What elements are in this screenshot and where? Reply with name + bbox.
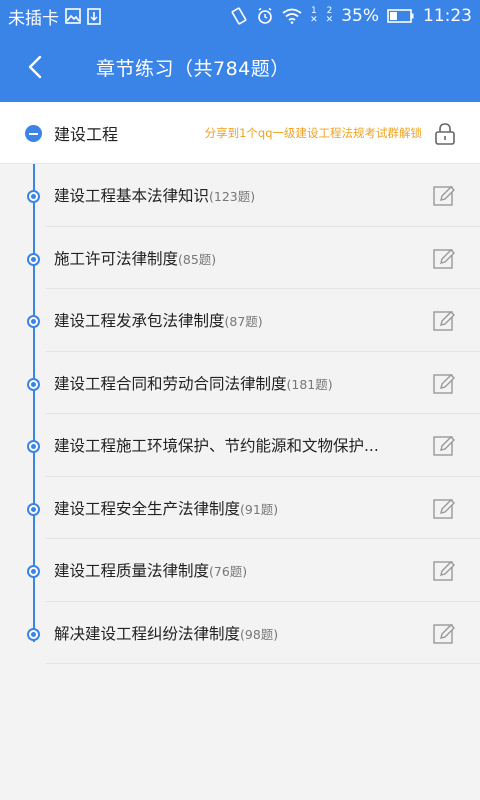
section-name: 建设工程施工环境保护、节约能源和文物保护... (54, 437, 379, 456)
section-count: (98题) (240, 626, 279, 642)
timeline-dot (27, 315, 40, 328)
section-name: 建设工程发承包法律制度 (54, 312, 225, 331)
section-label: 建设工程质量法律制度(76题) (54, 559, 416, 581)
app-bar: 章节练习（共784题） (0, 32, 480, 102)
section-count: (91题) (240, 501, 279, 517)
timeline-dot (27, 627, 40, 641)
section-name: 施工许可法律制度 (54, 249, 179, 268)
section-label: 解决建设工程纠纷法律制度(98题) (54, 622, 416, 644)
section-label: 建设工程安全生产法律制度(91题) (54, 497, 416, 519)
download-icon (87, 7, 101, 25)
sim2-no-signal-icon: 2 ✕ (325, 6, 334, 25)
list-item[interactable]: 建设工程质量法律制度(76题) (0, 539, 480, 602)
page-title: 章节练习（共784题） (96, 57, 290, 80)
section-label: 建设工程基本法律知识(123题) (54, 184, 416, 206)
list-item[interactable]: 建设工程安全生产法律制度(91题) (0, 477, 480, 539)
section-label: 建设工程发承包法律制度(87题) (54, 309, 416, 331)
list-item[interactable]: 建设工程施工环境保护、节约能源和文物保护... (0, 414, 480, 477)
carrier-text: 未插卡 (8, 8, 59, 29)
alarm-icon (256, 7, 274, 25)
section-name: 建设工程安全生产法律制度 (54, 499, 241, 518)
edit-icon[interactable] (432, 434, 456, 458)
battery-icon (387, 8, 415, 24)
timeline-dot (27, 502, 40, 516)
back-arrow-icon (28, 55, 42, 79)
battery-percent: 35% (341, 6, 379, 26)
chapter-header[interactable]: 建设工程 分享到1个qq一级建设工程法规考试群解锁 (0, 102, 480, 164)
edit-icon[interactable] (432, 184, 456, 208)
lock-icon[interactable] (434, 122, 456, 146)
edit-icon[interactable] (432, 622, 456, 646)
edit-icon[interactable] (432, 372, 456, 396)
list-item[interactable]: 建设工程合同和劳动合同法律制度(181题) (0, 352, 480, 414)
list-item[interactable]: 施工许可法律制度(85题) (0, 227, 480, 289)
edit-icon[interactable] (432, 247, 456, 271)
vibrate-icon (230, 7, 248, 25)
timeline-dot (27, 440, 40, 453)
timeline-dot (27, 377, 40, 391)
section-list: 建设工程基本法律知识(123题) 施工许可法律制度(85题) 建设工程发承包法律… (0, 164, 480, 664)
timeline-dot (27, 252, 40, 266)
edit-icon[interactable] (432, 497, 456, 521)
list-item[interactable]: 解决建设工程纠纷法律制度(98题) (0, 602, 480, 664)
section-count: (181题) (286, 376, 333, 392)
section-label: 建设工程合同和劳动合同法律制度(181题) (54, 372, 416, 394)
edit-icon[interactable] (432, 309, 456, 333)
sim1-no-signal-icon: 1 ✕ (310, 6, 318, 25)
section-name: 建设工程合同和劳动合同法律制度 (54, 374, 287, 393)
timeline-dot (27, 565, 40, 578)
list-item[interactable]: 建设工程基本法律知识(123题) (0, 164, 480, 227)
chapter-title: 建设工程 (54, 124, 119, 144)
collapse-icon[interactable] (25, 125, 42, 142)
section-name: 解决建设工程纠纷法律制度 (54, 624, 241, 643)
list-item[interactable]: 建设工程发承包法律制度(87题) (0, 289, 480, 352)
clock: 11:23 (423, 6, 472, 26)
image-icon (65, 8, 81, 24)
timeline-dot (27, 190, 40, 203)
section-count: (87题) (224, 314, 263, 330)
section-count: (123题) (209, 189, 256, 205)
wifi-icon (282, 8, 302, 24)
section-label: 施工许可法律制度(85题) (54, 247, 416, 269)
share-unlock-text[interactable]: 分享到1个qq一级建设工程法规考试群解锁 (205, 125, 422, 141)
edit-icon[interactable] (432, 559, 456, 583)
section-name: 建设工程质量法律制度 (54, 562, 210, 581)
section-name: 建设工程基本法律知识 (54, 187, 210, 206)
section-count: (76题) (209, 564, 248, 580)
section-label: 建设工程施工环境保护、节约能源和文物保护... (54, 434, 416, 456)
section-count: (85题) (178, 251, 217, 267)
back-button[interactable] (0, 32, 70, 102)
status-bar: 未插卡 1 ✕ 2 ✕ 35% 11:23 (0, 0, 480, 32)
